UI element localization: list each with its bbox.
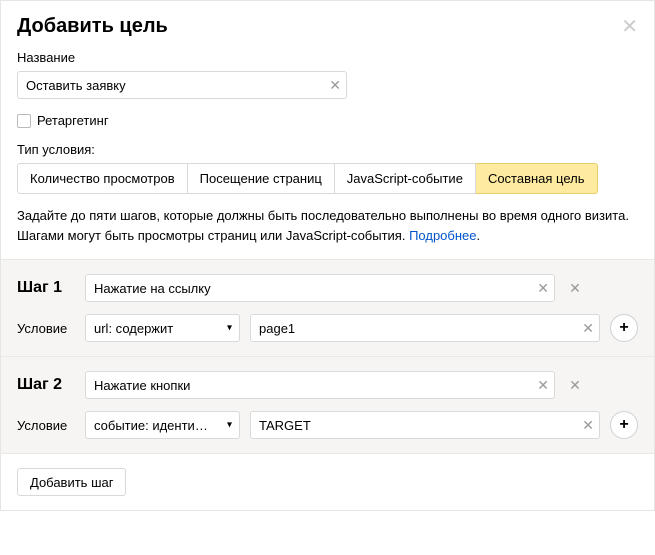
- condition-type-label: Тип условия:: [1, 136, 654, 163]
- step-title: Шаг 2: [17, 376, 75, 394]
- step-name-input[interactable]: [85, 371, 555, 399]
- step-name-row: Шаг 1 ✕ ✕: [17, 274, 638, 302]
- retargeting-checkbox[interactable]: [17, 114, 31, 128]
- modal-title: Добавить цель: [17, 15, 168, 38]
- condition-label: Условие: [17, 321, 75, 336]
- condition-value-wrap: ✕: [250, 411, 600, 439]
- name-section: Название ✕: [1, 44, 654, 105]
- condition-label: Условие: [17, 418, 75, 433]
- condition-type-select-wrap: url: содержит ▾: [85, 314, 240, 342]
- clear-icon[interactable]: ✕: [582, 321, 594, 335]
- tab-views[interactable]: Количество просмотров: [17, 163, 188, 194]
- step-condition-row: Условие url: содержит ▾ ✕ +: [17, 314, 638, 342]
- add-goal-modal: Добавить цель ✕ Название ✕ Ретаргетинг Т…: [0, 0, 655, 511]
- tab-composite[interactable]: Составная цель: [476, 163, 598, 194]
- step-name-input[interactable]: [85, 274, 555, 302]
- condition-type-select[interactable]: url: содержит: [85, 314, 240, 342]
- delete-step-icon[interactable]: ✕: [565, 377, 585, 394]
- clear-icon[interactable]: ✕: [582, 418, 594, 432]
- description-link[interactable]: Подробнее: [409, 228, 476, 243]
- delete-step-icon[interactable]: ✕: [565, 280, 585, 297]
- modal-header: Добавить цель ✕: [1, 1, 654, 44]
- name-label: Название: [17, 50, 638, 65]
- retargeting-label: Ретаргетинг: [37, 113, 109, 128]
- add-step-button[interactable]: Добавить шаг: [17, 468, 126, 496]
- description-body: Задайте до пяти шагов, которые должны бы…: [17, 208, 629, 243]
- condition-type-tabs: Количество просмотров Посещение страниц …: [17, 163, 638, 194]
- step-name-wrap: ✕: [85, 274, 555, 302]
- retargeting-row: Ретаргетинг: [1, 105, 654, 136]
- step-title: Шаг 1: [17, 279, 75, 297]
- condition-value-input[interactable]: [250, 411, 600, 439]
- condition-type-select-wrap: событие: идентифи... ▾: [85, 411, 240, 439]
- clear-icon[interactable]: ✕: [329, 78, 341, 92]
- condition-value-wrap: ✕: [250, 314, 600, 342]
- step-name-row: Шаг 2 ✕ ✕: [17, 371, 638, 399]
- step-condition-row: Условие событие: идентифи... ▾ ✕ +: [17, 411, 638, 439]
- step-name-wrap: ✕: [85, 371, 555, 399]
- clear-icon[interactable]: ✕: [537, 378, 549, 392]
- modal-footer: Добавить шаг: [1, 453, 654, 510]
- step-block: Шаг 2 ✕ ✕ Условие событие: идентифи... ▾…: [1, 356, 654, 453]
- plus-icon: +: [619, 319, 628, 337]
- tab-js-event[interactable]: JavaScript-событие: [335, 163, 476, 194]
- step-block: Шаг 1 ✕ ✕ Условие url: содержит ▾ ✕ +: [1, 259, 654, 356]
- clear-icon[interactable]: ✕: [537, 281, 549, 295]
- condition-type-select[interactable]: событие: идентифи...: [85, 411, 240, 439]
- condition-value-input[interactable]: [250, 314, 600, 342]
- plus-icon: +: [619, 416, 628, 434]
- description-text: Задайте до пяти шагов, которые должны бы…: [1, 206, 654, 259]
- name-input-wrap: ✕: [17, 71, 347, 99]
- description-suffix: .: [477, 228, 481, 243]
- add-condition-button[interactable]: +: [610, 314, 638, 342]
- tab-pages[interactable]: Посещение страниц: [188, 163, 335, 194]
- name-input[interactable]: [17, 71, 347, 99]
- add-condition-button[interactable]: +: [610, 411, 638, 439]
- close-icon[interactable]: ✕: [621, 17, 638, 37]
